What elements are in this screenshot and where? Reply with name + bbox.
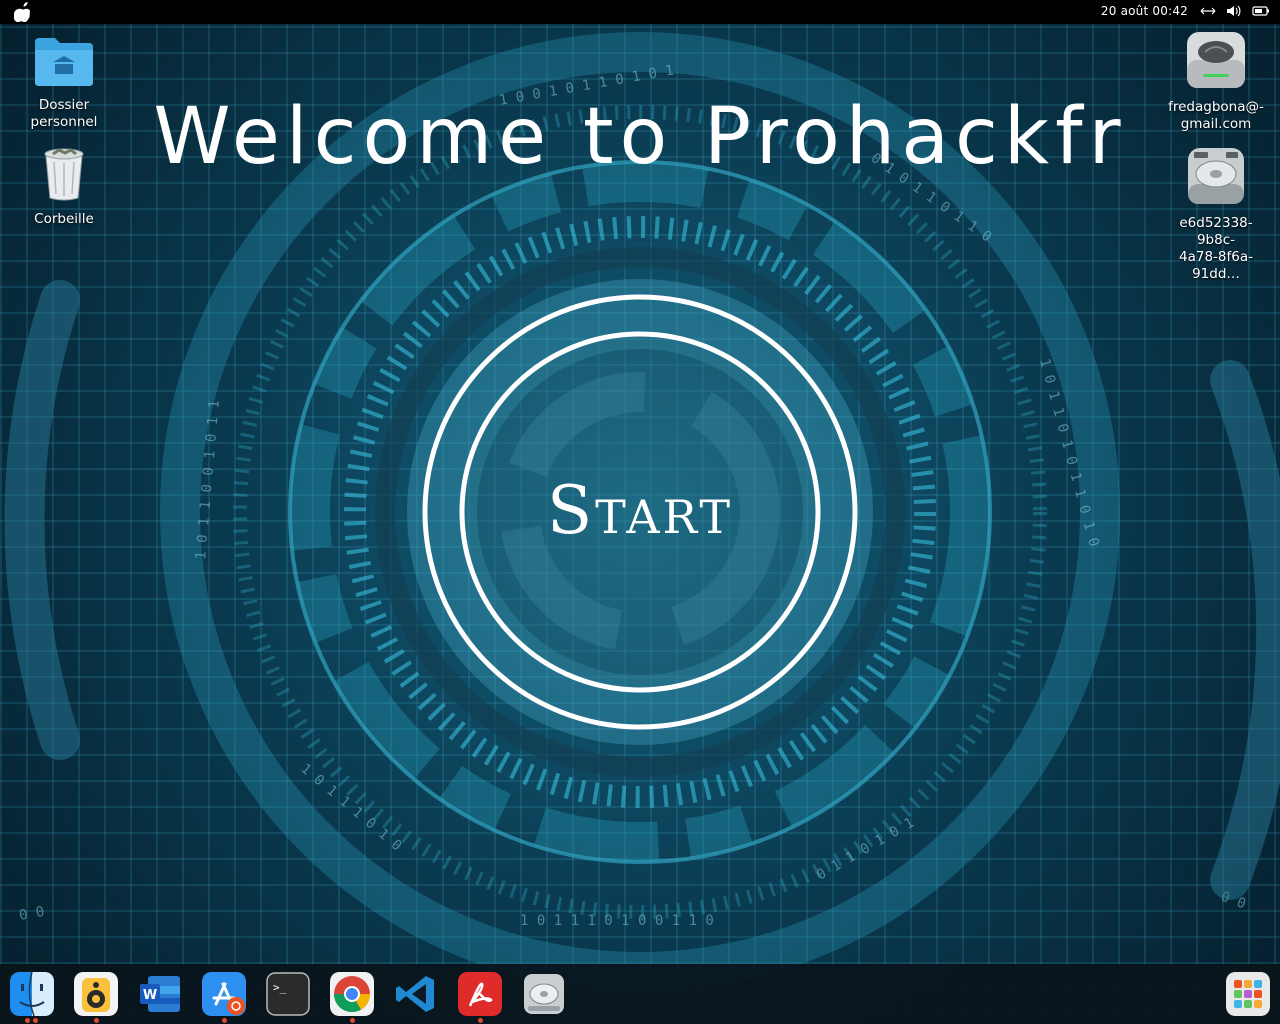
running-indicator <box>94 1018 99 1023</box>
desktop-icon-label: Corbeille <box>34 211 94 227</box>
network-drive-icon <box>1187 32 1245 88</box>
top-menu-bar: 20 août 00:42 <box>0 0 1280 24</box>
svg-text:0 0: 0 0 <box>18 904 46 924</box>
desktop-icon-label: e6d52338-9b8c- <box>1179 215 1253 248</box>
pdf-reader-icon[interactable] <box>458 972 502 1016</box>
running-indicator <box>25 1018 30 1023</box>
clock[interactable]: 20 août 00:42 <box>1101 4 1188 18</box>
software-center-icon[interactable] <box>202 972 246 1016</box>
svg-text:1 0 1 1 1 0 1 0 0 1 1 0: 1 0 1 1 1 0 1 0 0 1 1 0 <box>520 913 714 929</box>
disk-utility-icon[interactable] <box>522 972 566 1016</box>
app-grid-icon[interactable] <box>1226 972 1270 1016</box>
svg-text:1 0 1 1 1 0 1 0: 1 0 1 1 1 0 1 0 <box>297 761 404 855</box>
vscode-icon[interactable] <box>394 972 438 1016</box>
word-icon[interactable]: W <box>138 972 182 1016</box>
dock: W >_ <box>0 964 1280 1024</box>
battery-icon[interactable] <box>1252 4 1270 18</box>
svg-text:0 0: 0 0 <box>1219 889 1248 913</box>
desktop-icon-label: 4a78-8f6a-91dd… <box>1179 249 1253 282</box>
finder-icon[interactable] <box>10 972 54 1016</box>
running-indicator <box>33 1018 38 1023</box>
running-indicator <box>350 1018 355 1023</box>
apple-icon[interactable] <box>14 2 32 22</box>
running-indicator <box>478 1018 483 1023</box>
start-button[interactable]: Start <box>462 332 818 688</box>
running-indicator <box>222 1018 227 1023</box>
svg-text:>_: >_ <box>273 981 287 994</box>
svg-text:1 0 1 1 0 0 1 0 1 1: 1 0 1 1 0 0 1 0 1 1 <box>193 399 223 560</box>
home-folder-icon <box>35 38 93 86</box>
svg-text:W: W <box>143 988 157 1003</box>
terminal-icon[interactable]: >_ <box>266 972 310 1016</box>
network-icon[interactable] <box>1200 4 1216 18</box>
svg-text:1 0 1 1 0 1 0 1 1 0 1 0: 1 0 1 1 0 1 0 1 1 0 1 0 <box>1036 357 1102 548</box>
welcome-title: Welcome to Prohackfr <box>153 92 1127 182</box>
system-tray[interactable] <box>1200 4 1270 18</box>
svg-text:0 1 1 0 1 0 1: 0 1 1 0 1 0 1 <box>814 815 917 884</box>
volume-icon[interactable] <box>1226 4 1242 18</box>
chrome-icon[interactable] <box>330 972 374 1016</box>
rhythmbox-icon[interactable] <box>74 972 118 1016</box>
